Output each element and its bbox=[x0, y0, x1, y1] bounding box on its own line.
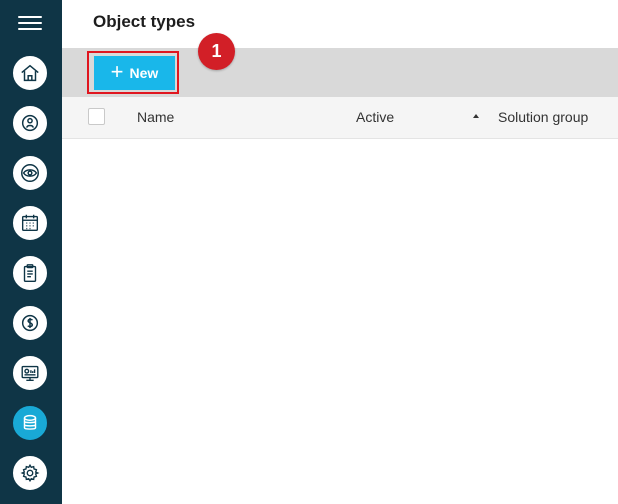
contacts-icon[interactable] bbox=[13, 106, 47, 140]
select-all-checkbox[interactable] bbox=[88, 108, 105, 125]
eye-icon[interactable] bbox=[13, 156, 47, 190]
column-header-active[interactable]: Active bbox=[356, 109, 394, 125]
home-icon[interactable] bbox=[13, 56, 47, 90]
dashboard-icon[interactable] bbox=[13, 356, 47, 390]
new-button-label: New bbox=[129, 65, 159, 81]
sidebar bbox=[0, 0, 62, 504]
page-title: Object types bbox=[93, 12, 196, 31]
clipboard-icon[interactable] bbox=[13, 256, 47, 290]
hamburger-menu-icon[interactable] bbox=[18, 14, 42, 32]
database-icon[interactable] bbox=[13, 406, 47, 440]
new-button[interactable]: + New bbox=[94, 56, 175, 90]
column-header-solution-group[interactable]: Solution group bbox=[498, 109, 588, 125]
dollar-icon[interactable] bbox=[13, 306, 47, 340]
gear-icon[interactable] bbox=[13, 456, 47, 490]
plus-icon: + bbox=[110, 59, 124, 84]
calendar-icon[interactable] bbox=[13, 206, 47, 240]
column-header-name[interactable]: Name bbox=[137, 109, 174, 125]
step-badge: 1 bbox=[198, 33, 235, 70]
sort-ascending-icon[interactable] bbox=[473, 114, 479, 118]
